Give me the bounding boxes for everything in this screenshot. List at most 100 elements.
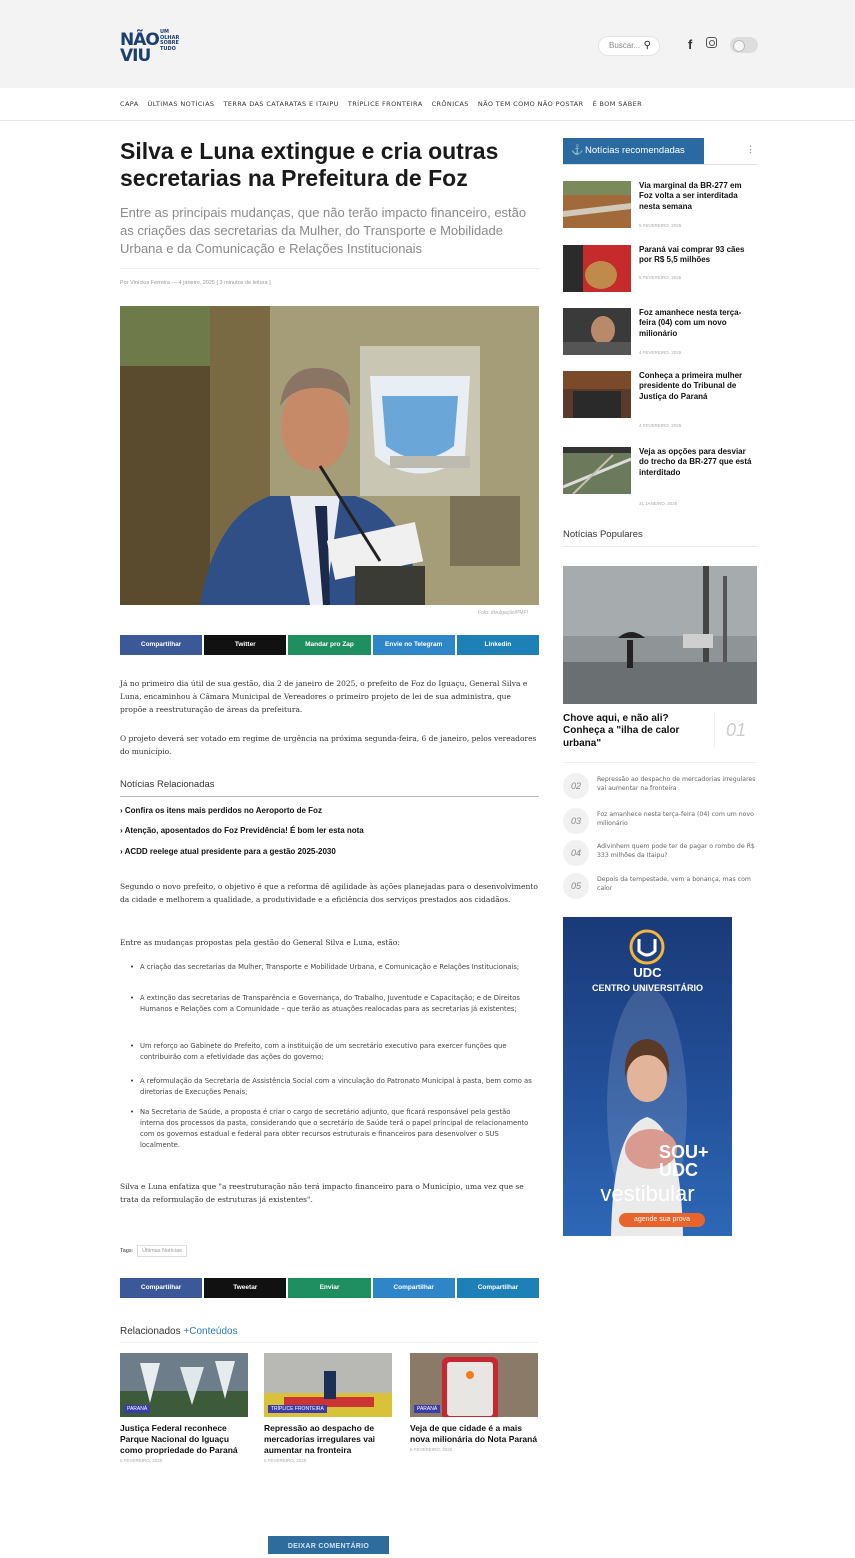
paragraph: Silva e Luna enfatiza que "a reestrutura…: [120, 1182, 524, 1204]
thumbnail: [562, 447, 632, 495]
related-link[interactable]: › Atenção, aposentados do Foz Previdênci…: [120, 826, 364, 835]
share-twitter-button[interactable]: Twitter: [204, 635, 287, 655]
popular-main-title[interactable]: Chove aqui, e não ali? Conheça a "ilha d…: [563, 713, 713, 750]
search-icon: ⚲: [643, 40, 651, 51]
popular-news-heading: Notícias Populares: [563, 529, 643, 540]
popular-item[interactable]: 03 Foz amanhece nesta terça-feira (04) c…: [563, 808, 757, 838]
nav-item-triplice[interactable]: TRÍPLICE FRONTEIRA: [348, 98, 423, 110]
nav-item-bom-saber[interactable]: É BOM SABER: [593, 98, 642, 110]
share-twitter-button[interactable]: Tweetar: [204, 1278, 287, 1298]
image-credit: Foto: divulgação/PMFI: [478, 610, 529, 616]
nav-item-cronicas[interactable]: CRÔNICAS: [432, 98, 469, 110]
share-linkedin-button[interactable]: Linkedin: [456, 635, 540, 655]
share-whatsapp-button[interactable]: Mandar pro Zap: [288, 635, 371, 655]
related-link[interactable]: › ACDD reelege atual presidente para a g…: [120, 847, 336, 856]
divider: [563, 762, 757, 763]
thumbnail: [563, 181, 631, 228]
related-link[interactable]: › Confira os itens mais perdidos no Aero…: [120, 806, 322, 815]
rank-number: 04: [563, 840, 589, 866]
thumbnail: [563, 371, 631, 418]
rank-number: 05: [563, 873, 589, 899]
ad-vestibular: vestibular: [600, 1181, 695, 1206]
share-telegram-button[interactable]: Compartilhar: [372, 1278, 455, 1298]
paragraph: Segundo o novo prefeito, o objetivo é qu…: [120, 882, 538, 904]
related-content-heading: Relacionados +Conteúdos: [120, 1326, 238, 1337]
popular-item[interactable]: 05 Depois da tempestade, vem a bonança, …: [563, 873, 757, 903]
nav-item-nao-tem[interactable]: NÃO TEM COMO NÃO POSTAR: [478, 98, 584, 110]
ad-line: CENTRO UNIVERSITÁRIO: [591, 983, 703, 993]
advertisement-banner[interactable]: UDC CENTRO UNIVERSITÁRIO SOU+ UDC vestibu…: [563, 917, 732, 1236]
card-date: 6 FEVEREIRO, 2025: [410, 1447, 453, 1452]
popular-main-image[interactable]: [563, 566, 757, 704]
category-badge: PARANÁ: [414, 1405, 441, 1413]
list-item: A extinção das secretarias de Transparên…: [130, 993, 535, 1015]
share-bar-bottom: Compartilhar Tweetar Enviar Compartilhar…: [120, 1278, 540, 1298]
divider: [563, 546, 757, 547]
logo-viu: VIU: [120, 46, 151, 66]
share-whatsapp-button[interactable]: Enviar: [288, 1278, 371, 1298]
rank-number: 03: [563, 808, 589, 834]
nav-item-ultimas[interactable]: ÚLTIMAS NOTÍCIAS: [148, 98, 215, 110]
article-subtitle: Entre as principais mudanças, que não te…: [120, 205, 527, 256]
card-title: Veja de que cidade é a mais nova milioná…: [410, 1423, 538, 1444]
leave-comment-button[interactable]: DEIXAR COMENTÁRIO: [268, 1536, 389, 1554]
list-item: Na Secretaria de Saúde, a proposta é cri…: [130, 1107, 535, 1151]
site-header: NÃO VIU UM OLHAR SOBRE TUDO Buscar... ⚲ …: [0, 0, 855, 88]
article-byline: Por Vinícius Ferreira — 4 janeiro, 2025 …: [120, 280, 271, 286]
paragraph: Já no primeiro dia útil de sua gestão, d…: [120, 679, 528, 714]
divider: [120, 268, 540, 269]
related-card[interactable]: PARANÁ Justiça Federal reconhece Parque …: [120, 1353, 248, 1463]
ad-brand: UDC: [633, 965, 662, 980]
tags: Tags: Últimas Notícias: [120, 1245, 187, 1257]
card-image: PARANÁ: [120, 1353, 248, 1417]
ad-sou: SOU+ UDC: [659, 1142, 709, 1180]
share-facebook-button[interactable]: Compartilhar: [120, 1278, 203, 1298]
related-news-heading: Notícias Relacionadas: [120, 779, 215, 790]
popular-item[interactable]: 02 Repressão ao despacho de mercadorias …: [563, 773, 757, 803]
list-item: A reformulação da Secretaria de Assistên…: [130, 1076, 535, 1098]
more-options-icon[interactable]: ⋮: [746, 144, 755, 155]
nav-item-capa[interactable]: CAPA: [120, 98, 139, 110]
more-content-link[interactable]: +Conteúdos: [183, 1326, 237, 1337]
card-date: 6 FEVEREIRO, 2025: [120, 1458, 163, 1463]
article-main-image: [120, 306, 539, 605]
related-card[interactable]: PARANÁ Veja de que cidade é a mais nova …: [410, 1353, 538, 1452]
thumbnail: [563, 308, 631, 355]
divider: [120, 1342, 539, 1343]
paragraph: O projeto deverá ser votado em regime de…: [120, 734, 537, 756]
instagram-icon[interactable]: [706, 37, 717, 48]
tab-recommended-news[interactable]: ⚓ Notícias recomendadas: [563, 138, 704, 164]
facebook-icon[interactable]: f: [688, 37, 692, 52]
card-image: TRÍPLICE FRONTEIRA: [264, 1353, 392, 1417]
search-input[interactable]: Buscar... ⚲: [598, 36, 660, 56]
share-telegram-button[interactable]: Envie no Telegram: [372, 635, 455, 655]
ad-cta-button[interactable]: agende sua prova: [619, 1213, 705, 1227]
share-linkedin-button[interactable]: Compartilhar: [456, 1278, 540, 1298]
card-image: PARANÁ: [410, 1353, 538, 1417]
share-bar-top: Compartilhar Twitter Mandar pro Zap Envi…: [120, 635, 540, 655]
nav-divider: [0, 120, 855, 121]
site-logo[interactable]: NÃO VIU UM OLHAR SOBRE TUDO: [120, 24, 210, 68]
tag-link[interactable]: Últimas Notícias: [137, 1245, 187, 1257]
list-item: A criação das secretarias da Mulher, Tra…: [130, 962, 535, 973]
category-badge: TRÍPLICE FRONTEIRA: [268, 1405, 327, 1413]
card-title: Justiça Federal reconhece Parque Naciona…: [120, 1423, 238, 1455]
thumbnail: [563, 245, 631, 292]
divider: [563, 164, 757, 165]
logo-tagline: UM OLHAR SOBRE TUDO: [160, 29, 180, 52]
popular-item[interactable]: 04 Adivinhem quem pode ter de pagar o ro…: [563, 840, 757, 870]
card-title: Repressão ao despacho de mercadorias irr…: [264, 1423, 376, 1455]
list-item: Um reforço ao Gabinete do Prefeito, com …: [130, 1041, 535, 1063]
nav-item-terra[interactable]: TERRA DAS CATARATAS E ITAIPU: [223, 98, 338, 110]
popular-rank-number: 01: [714, 712, 757, 748]
rank-number: 02: [563, 773, 589, 799]
article-title: Silva e Luna extingue e cria outras secr…: [120, 138, 499, 191]
share-facebook-button[interactable]: Compartilhar: [120, 635, 203, 655]
card-date: 6 FEVEREIRO, 2025: [264, 1458, 307, 1463]
category-badge: PARANÁ: [124, 1405, 151, 1413]
anchor-icon: ⚓: [571, 145, 584, 156]
related-card[interactable]: TRÍPLICE FRONTEIRA Repressão ao despacho…: [264, 1353, 392, 1463]
divider: [120, 796, 539, 797]
dark-mode-toggle[interactable]: [730, 37, 758, 53]
main-nav: CAPA ÚLTIMAS NOTÍCIAS TERRA DAS CATARATA…: [120, 98, 642, 110]
